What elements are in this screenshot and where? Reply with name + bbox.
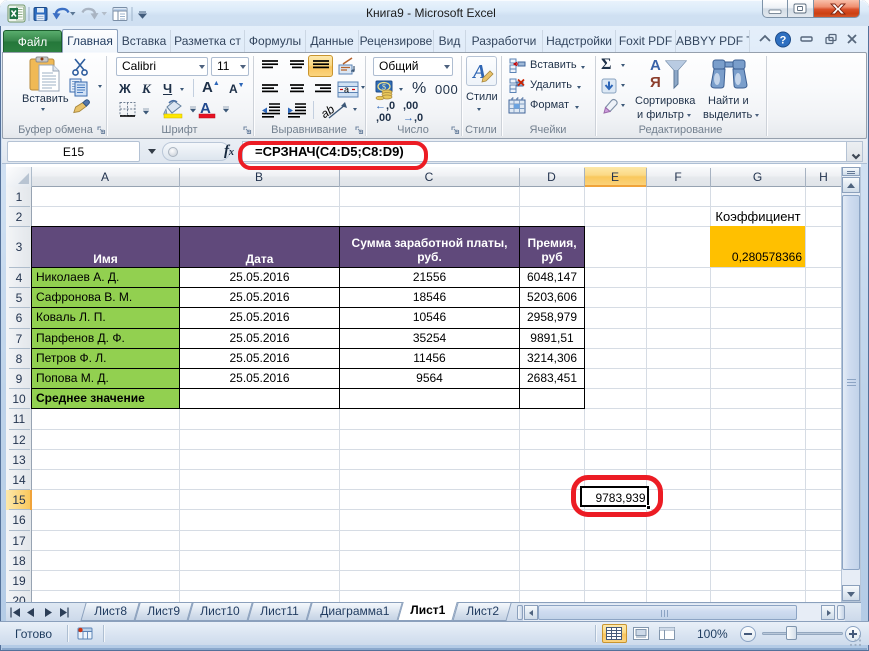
svg-text:А: А	[650, 57, 661, 74]
svg-text:a: a	[344, 85, 349, 95]
svg-text:Я: Я	[650, 74, 661, 91]
svg-text:?: ?	[780, 35, 787, 47]
